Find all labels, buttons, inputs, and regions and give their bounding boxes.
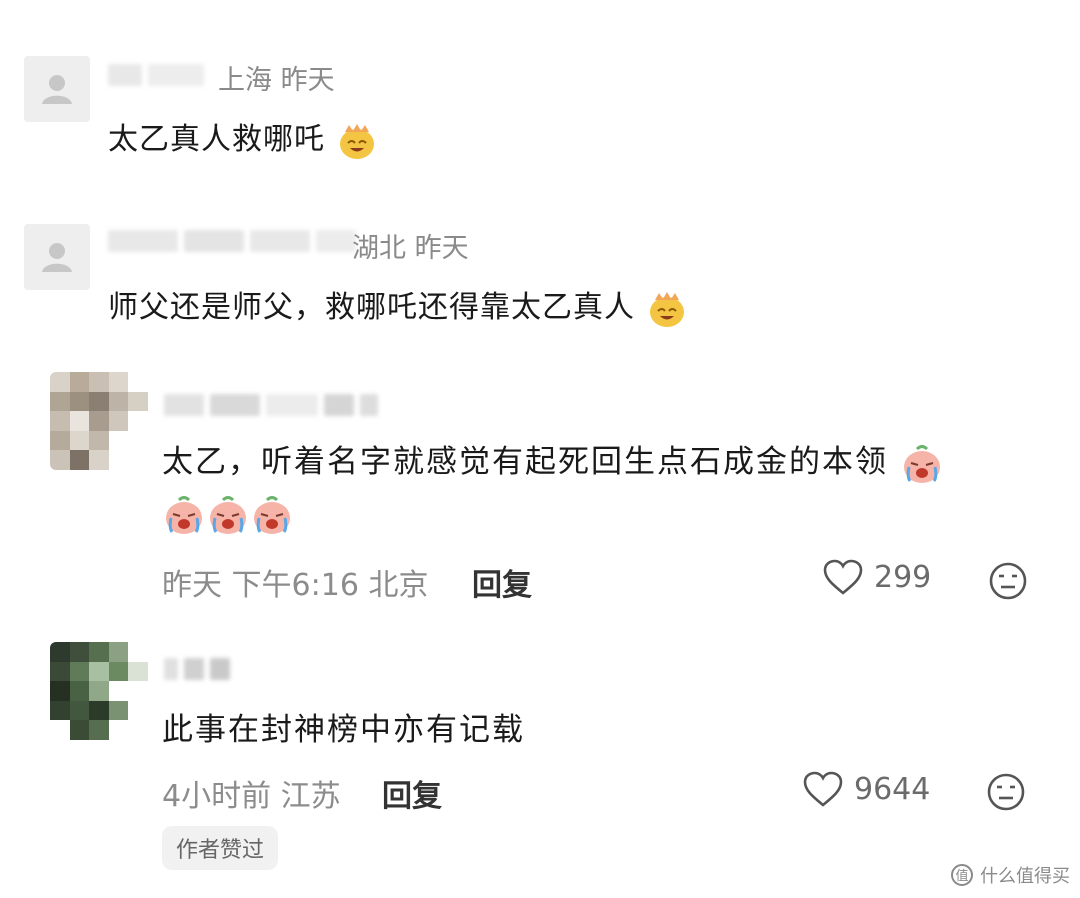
smzdm-logo-icon: 值 bbox=[951, 864, 973, 886]
reply-button[interactable]: 回复 bbox=[472, 560, 532, 604]
crying-emoji-icon bbox=[254, 496, 290, 534]
laughing-emoji-icon bbox=[339, 123, 374, 159]
watermark-text: 什么值得买 bbox=[980, 866, 1070, 887]
neutral-face-icon[interactable] bbox=[986, 772, 1026, 812]
neutral-face-icon[interactable] bbox=[988, 561, 1028, 601]
svg-text:值: 值 bbox=[955, 868, 968, 884]
reply-button[interactable]: 回复 bbox=[382, 771, 442, 815]
like-count: 299 bbox=[874, 559, 932, 595]
avatar[interactable] bbox=[24, 56, 90, 122]
user-icon bbox=[42, 243, 72, 272]
comment-text: 太乙真人救哪吒 bbox=[108, 114, 378, 161]
like-count: 9644 bbox=[854, 771, 931, 807]
crying-emoji-icon bbox=[166, 496, 202, 534]
heart-icon bbox=[803, 771, 843, 807]
username-redacted bbox=[108, 228, 356, 254]
like-button[interactable]: 9644 bbox=[802, 770, 930, 808]
author-liked-badge: 作者赞过 bbox=[162, 826, 279, 870]
avatar[interactable] bbox=[50, 642, 148, 740]
username-redacted bbox=[164, 392, 378, 418]
avatar[interactable] bbox=[50, 372, 148, 470]
username-redacted bbox=[164, 656, 230, 682]
watermark: 值 什么值得买 bbox=[950, 862, 1070, 888]
user-icon bbox=[42, 75, 72, 104]
avatar[interactable] bbox=[24, 224, 90, 290]
comment-text: 师父还是师父，救哪吒还得靠太乙真人 bbox=[108, 282, 688, 329]
heart-icon bbox=[823, 559, 863, 595]
comment-meta: 4小时前 江苏 bbox=[162, 779, 341, 814]
like-button[interactable]: 299 bbox=[822, 558, 931, 596]
crying-emoji-icon bbox=[903, 444, 940, 483]
emoji-row bbox=[162, 494, 294, 536]
comment-meta: 上海 昨天 bbox=[218, 65, 335, 96]
crying-emoji-icon bbox=[210, 496, 246, 534]
comment-meta: 昨天 下午6:16 北京 bbox=[162, 568, 429, 603]
comment-text: 此事在封神榜中亦有记载 bbox=[162, 712, 525, 748]
username-redacted bbox=[108, 62, 204, 88]
comment-meta: 湖北 昨天 bbox=[352, 233, 469, 264]
laughing-emoji-icon bbox=[649, 291, 684, 327]
comment-text: 太乙，听着名字就感觉有起死回生点石成金的本领 bbox=[162, 436, 944, 485]
